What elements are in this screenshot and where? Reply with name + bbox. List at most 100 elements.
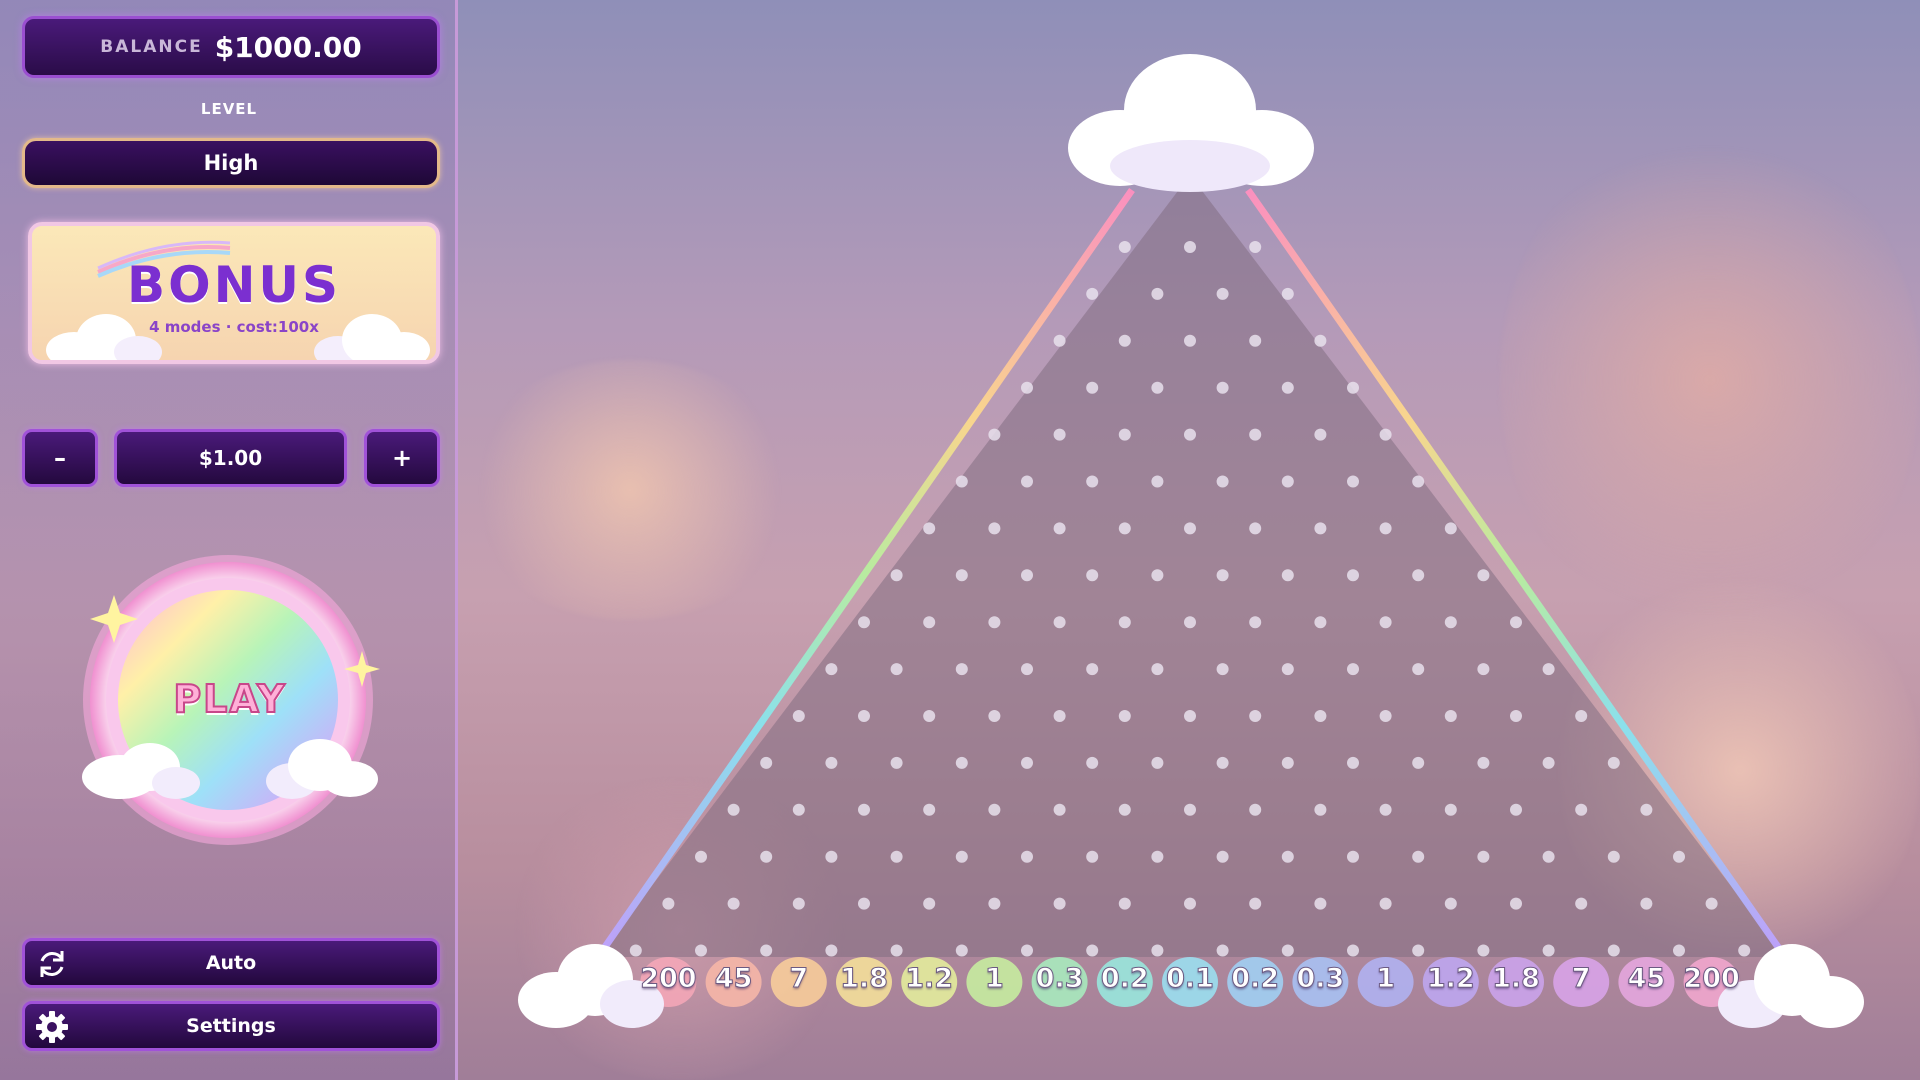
- decrease-bet-button[interactable]: –: [22, 429, 98, 487]
- peg: [1249, 897, 1262, 910]
- peg: [1151, 663, 1164, 676]
- peg: [1314, 616, 1327, 629]
- peg: [955, 475, 968, 488]
- multiplier-slot: 1.2: [1426, 963, 1475, 995]
- peg: [1118, 522, 1131, 535]
- peg: [1021, 850, 1033, 863]
- peg: [1347, 381, 1359, 394]
- peg: [1021, 944, 1033, 957]
- peg: [923, 710, 936, 722]
- peg: [1314, 522, 1327, 535]
- play-button[interactable]: PLAY: [80, 555, 380, 850]
- background-cloud: [500, 780, 860, 1080]
- peg: [1216, 850, 1229, 863]
- peg: [1510, 616, 1522, 629]
- bet-amount-field[interactable]: $1.00: [114, 429, 347, 487]
- peg: [988, 522, 1001, 535]
- peg: [1607, 944, 1620, 957]
- peg: [1347, 475, 1359, 488]
- peg: [1444, 710, 1457, 722]
- balance-display: BALANCE $1000.00: [22, 16, 440, 78]
- peg: [1477, 756, 1490, 769]
- peg: [792, 710, 805, 722]
- peg: [1053, 710, 1066, 722]
- balance-label: BALANCE: [100, 37, 203, 57]
- peg: [1151, 569, 1164, 582]
- multiplier-slot: 200: [1683, 963, 1740, 995]
- peg: [1216, 756, 1229, 769]
- peg: [1477, 569, 1490, 582]
- peg: [1281, 381, 1294, 394]
- peg: [1412, 663, 1425, 676]
- peg: [1412, 944, 1425, 957]
- increase-bet-button[interactable]: +: [364, 429, 440, 487]
- bonus-button[interactable]: BONUS 4 modes · cost:100x: [28, 222, 440, 364]
- peg: [1021, 663, 1033, 676]
- peg: [988, 710, 1001, 722]
- peg: [1542, 850, 1555, 863]
- peg: [1118, 897, 1131, 910]
- level-label: LEVEL: [200, 100, 258, 118]
- cloud-icon: [314, 314, 430, 360]
- peg: [1347, 944, 1359, 957]
- peg: [1412, 850, 1425, 863]
- peg: [1444, 897, 1457, 910]
- peg: [1151, 381, 1164, 394]
- peg: [1444, 803, 1457, 816]
- peg: [858, 897, 870, 910]
- peg: [923, 616, 936, 629]
- level-select[interactable]: High: [22, 138, 440, 188]
- peg: [955, 663, 968, 676]
- peg: [1151, 475, 1164, 488]
- auto-button[interactable]: Auto: [22, 938, 440, 988]
- peg: [955, 944, 968, 957]
- multiplier-slot: 1: [1376, 963, 1396, 995]
- peg: [1379, 616, 1392, 629]
- peg: [1281, 569, 1294, 582]
- settings-button[interactable]: Settings: [22, 1001, 440, 1051]
- peg: [1021, 475, 1033, 488]
- peg: [1053, 334, 1066, 347]
- peg: [1412, 756, 1425, 769]
- peg: [1314, 710, 1327, 722]
- peg: [858, 616, 870, 629]
- peg: [858, 803, 870, 816]
- peg: [955, 756, 968, 769]
- peg: [1444, 616, 1457, 629]
- peg: [1184, 241, 1196, 253]
- settings-label: Settings: [186, 1015, 276, 1037]
- peg: [1347, 569, 1359, 582]
- play-label: PLAY: [172, 676, 287, 722]
- peg: [858, 710, 870, 722]
- peg: [825, 663, 838, 676]
- peg: [1249, 241, 1262, 253]
- peg: [1216, 475, 1229, 488]
- peg: [1053, 897, 1066, 910]
- peg: [1281, 475, 1294, 488]
- peg: [1184, 616, 1196, 629]
- peg: [1477, 663, 1490, 676]
- peg: [1118, 710, 1131, 722]
- peg: [1184, 803, 1196, 816]
- gear-icon: [36, 1011, 68, 1043]
- peg: [1575, 897, 1588, 910]
- multiplier-slot: 0.3: [1035, 963, 1084, 995]
- peg: [1151, 756, 1164, 769]
- peg: [890, 850, 903, 863]
- peg: [890, 756, 903, 769]
- peg: [1314, 334, 1327, 347]
- peg: [1086, 569, 1099, 582]
- peg: [1347, 756, 1359, 769]
- peg: [1379, 897, 1392, 910]
- peg: [1184, 710, 1196, 722]
- peg: [1477, 850, 1490, 863]
- peg: [1249, 616, 1262, 629]
- peg: [1510, 710, 1522, 722]
- background-cloud: [1560, 560, 1920, 980]
- multiplier-slot: 1: [984, 963, 1004, 995]
- peg: [890, 663, 903, 676]
- peg: [1542, 663, 1555, 676]
- peg: [1510, 897, 1522, 910]
- peg: [1281, 663, 1294, 676]
- peg: [1249, 428, 1262, 441]
